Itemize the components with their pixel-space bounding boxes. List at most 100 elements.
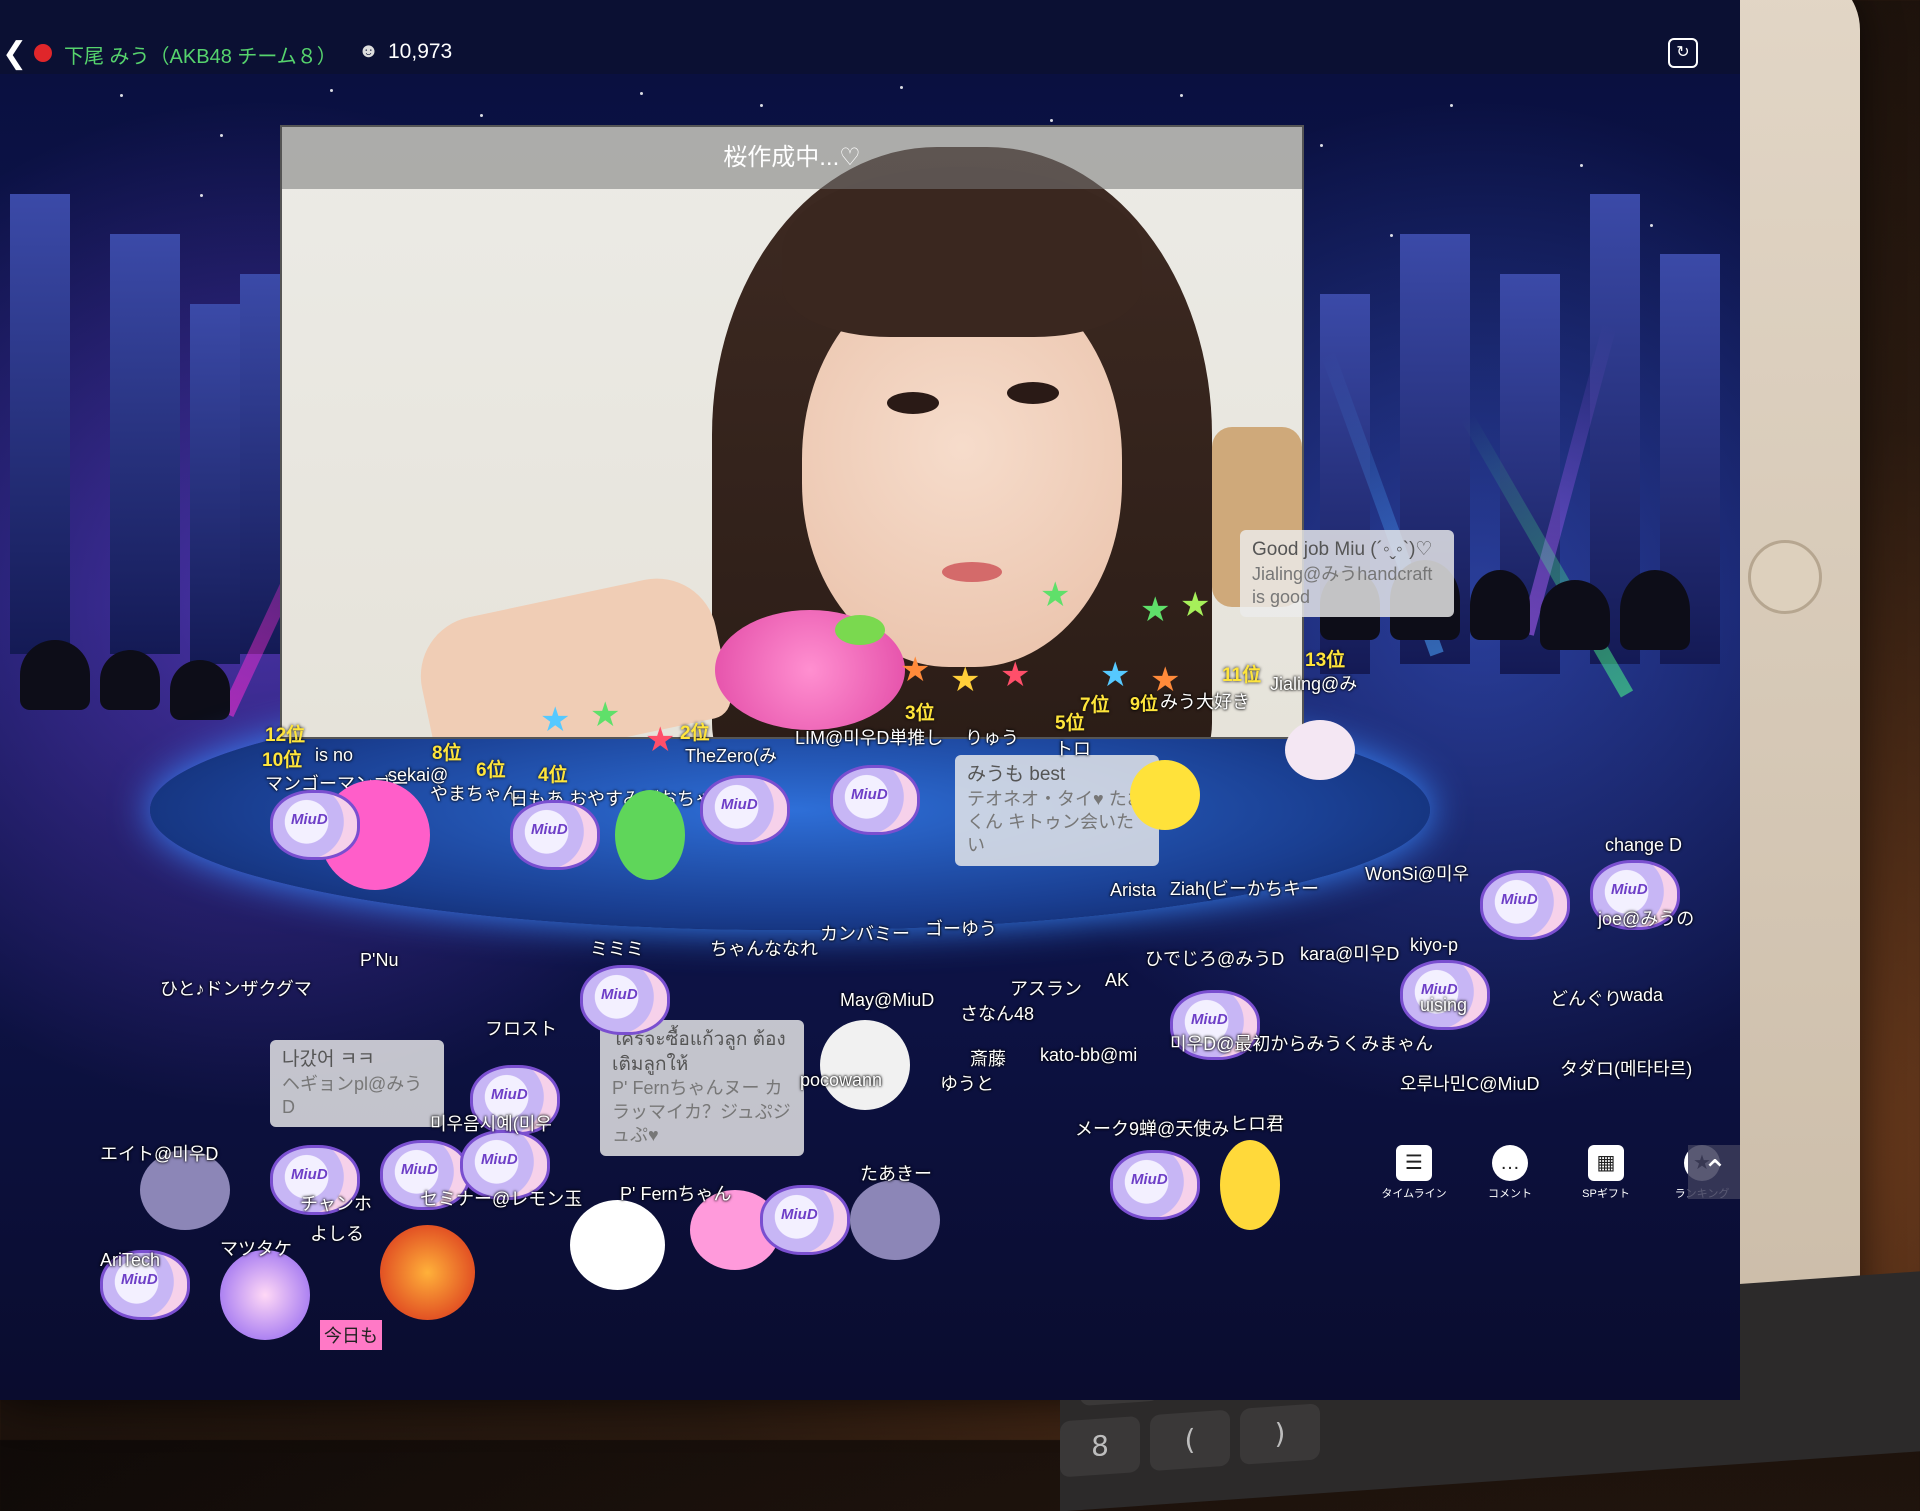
viewer-name: タダロ(메타타르) [1560,1059,1693,1079]
cat-gift [820,1020,910,1110]
viewer-name: メーク9蝉@天使み [1075,1119,1230,1139]
live-indicator-icon [34,44,52,62]
miud-fish-gift: MiuD [270,790,360,860]
key-paren-close: ) [1240,1403,1320,1465]
comment-bubble: ใครจะซื้อแก้วลูก ต้องเติมลูกให้ P' Fernち… [600,1020,804,1156]
star-icon: ★ [1040,576,1071,614]
comment-text: Good job Miu (´◦ˬ◦`)♡ [1252,539,1433,560]
spgift-button[interactable]: ▦ SPギフト [1572,1145,1640,1225]
person-icon: ☻ [358,40,380,62]
viewer-name: エイト@미우D [100,1144,219,1164]
frog-gift [615,790,685,880]
viewer-name: WonSi@미우 [1365,864,1470,884]
miud-fish-gift: MiuD [510,800,600,870]
viewer-name: kato-bb@mi [1040,1045,1138,1065]
miud-fish-gift: MiuD [700,775,790,845]
ranked-viewer-name: トロ [1055,739,1091,759]
collapse-chevron-up-icon[interactable]: ⌃ [1688,1145,1740,1199]
rank-label: 4位 [538,765,568,786]
rank-label: 11位 [1222,665,1262,686]
comment-text: 나갔어 ㅋㅋ [282,1049,375,1070]
rank-label: 6位 [476,760,506,781]
comment-bubble: Good job Miu (´◦ˬ◦`)♡ Jialing@みうhandcraf… [1240,530,1454,618]
viewer-name: AK [1105,970,1130,990]
streamer-lips [942,562,1002,582]
yellow-costume-gift [1220,1140,1280,1230]
viewer-name: pocowann [800,1070,883,1090]
rainbow-wing-gift [220,1250,310,1340]
ranked-viewer-name: Jialing@み [1270,674,1358,694]
timeline-button[interactable]: ☰ タイムライン [1380,1145,1448,1225]
star-icon: ★ [645,721,676,759]
viewer-name: wada [1620,985,1664,1005]
rank-label: 10位 [262,750,303,771]
comment-author: Jialing@みうhandcraft is good [1252,563,1433,608]
viewer-name: さなん48 [960,1004,1035,1024]
back-chevron-icon[interactable]: ❮ [2,36,27,71]
speech-bubble-icon: … [1492,1145,1528,1181]
rank-label: 13位 [1305,650,1346,671]
viewer-name: チャンホ [300,1194,372,1214]
viewer-name: P' Fernちゃん [620,1184,732,1204]
miud-fish-gift: MiuD [760,1185,850,1255]
seal-gift [1285,720,1355,780]
viewer-name: 미우음시예(미우 [430,1114,552,1134]
viewer-name: よしる [310,1224,364,1244]
star-icon: ★ [900,651,931,689]
viewer-name: 斎藤 [970,1049,1006,1069]
host-name: 下尾 みう（AKB48 チーム８） [64,46,337,68]
streamer-left-eye [887,392,939,414]
star-icon: ★ [1150,661,1181,699]
star-icon: ★ [1180,586,1211,624]
key-8: 8 [1060,1415,1140,1478]
rank-label: 3位 [905,703,935,724]
viewer-name: change D [1605,835,1683,855]
viewer-name: フロスト [485,1019,557,1039]
rotate-screen-icon[interactable]: ↻ [1668,38,1698,68]
home-button[interactable] [1748,540,1822,614]
viewer-name: マツタケ [220,1239,292,1259]
viewer-name: たあきー [860,1164,932,1184]
miud-fish-gift: MiuD [1480,870,1570,940]
rank-label: 12位 [265,725,306,746]
ranked-viewer-name: やまちゃん [430,784,520,804]
viewer-name: 미우D@最初からみうくみまゃん [1170,1034,1434,1054]
viewer-name: 今日も [320,1320,382,1350]
star-icon: ★ [950,661,981,699]
star-icon: ★ [540,701,571,739]
chick-gift [1130,760,1200,830]
miud-fish-gift: MiuD [1110,1150,1200,1220]
miud-fish-gift: MiuD [580,965,670,1035]
viewer-name: P'Nu [360,950,399,970]
viewer-name: セミナー@レモン玉 [420,1189,583,1209]
timeline-label: タイムライン [1381,1188,1447,1200]
viewer-name: ゴーゆう [925,919,997,939]
miud-fish-gift: MiuD [830,765,920,835]
purple-cat-gift [850,1180,940,1260]
comment-bubble: 나갔어 ㅋㅋ ヘギョンpl@みう D [270,1040,444,1128]
phoenix-gift [380,1225,475,1320]
star-icon: ★ [590,696,621,734]
viewer-name: ゆうと [940,1074,994,1094]
ranked-viewer-name: is no [315,745,354,765]
viewer-name: Ziah(ビーかちキー [1170,879,1320,899]
star-icon: ★ [1140,591,1171,629]
star-icon: ★ [1000,656,1031,694]
rank-label: 2位 [680,723,710,744]
streamer-hand [409,567,735,737]
white-seal-gift [570,1200,665,1290]
ranked-viewer-name: TheZero(み [685,746,778,766]
rank-label: 8位 [432,743,462,764]
viewer-name: どんぐり [1550,989,1622,1009]
viewer-name: アスラン [1010,979,1082,999]
star-icon: ★ [1100,656,1131,694]
key-paren-open: ( [1150,1409,1230,1472]
viewer-name: ミミミ [590,939,644,959]
comment-label: コメント [1488,1188,1532,1200]
tablet-screen: ❮ 下尾 みう（AKB48 チーム８） ☻ 10,973 ↻ 桜作成中...♡ … [0,0,1740,1400]
comment-button[interactable]: … コメント [1476,1145,1544,1225]
viewer-name: ひでじろ@みうD [1145,949,1285,969]
viewer-name: ひと♪ドンザクグマ [160,979,312,999]
viewer-name: uising [1420,995,1468,1015]
bird-gift [835,615,885,645]
